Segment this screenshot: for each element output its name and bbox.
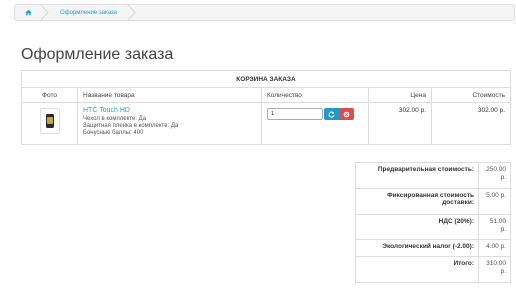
grand-total-label: Итого: [355,256,479,283]
col-photo: Фото [21,87,78,103]
col-price: Цена [368,87,432,103]
refresh-icon [328,111,335,118]
quantity-cell [261,102,369,145]
breadcrumb-separator [40,5,50,20]
breadcrumb-current[interactable]: Оформление заказа [50,5,127,20]
breadcrumb-separator [127,5,137,20]
product-link[interactable]: HTC Touch HD [83,107,256,114]
product-photo-cell [21,102,78,145]
breadcrumb-home[interactable] [15,5,40,20]
shipping-value: 5.00 р. [478,188,511,215]
page-title: Оформление заказа [21,46,174,63]
product-thumbnail[interactable] [39,108,60,134]
table-row: HTC Touch HD Чехол в комплекте: Да Защит… [21,102,511,145]
cart-table: КОРЗИНА ЗАКАЗА Фото Название товара Коли… [21,70,511,145]
update-quantity-button[interactable] [324,108,339,120]
quantity-input[interactable] [267,108,323,120]
totals-table: Предварительная стоимость: 250.00 р. Фик… [355,162,511,283]
totals-row: Итого: 310.00 р. [355,256,511,283]
eco-tax-label: Экологический налог (-2.00): [355,239,479,257]
product-name-cell: HTC Touch HD Чехол в комплекте: Да Защит… [77,102,262,145]
remove-item-button[interactable] [339,108,354,120]
product-option: Бонусные баллы: 400 [83,130,144,137]
totals-row: Фиксированная стоимость доставки: 5.00 р… [355,188,511,215]
subtotal-label: Предварительная стоимость: [355,162,479,189]
col-total: Стоимость [431,87,511,103]
subtotal-value: 250.00 р. [478,162,511,189]
product-option: Защитная пленка в комплекте: Да [83,123,179,130]
vat-value: 51.00 р. [478,214,511,240]
phone-image [45,114,54,128]
eco-tax-value: 4.00 р. [478,239,511,257]
col-quantity: Количество [261,87,369,103]
total-cell: 302.00 р. [431,102,511,145]
home-icon [25,9,32,16]
totals-row: НДС (20%): 51.00 р. [355,214,511,240]
totals-row: Предварительная стоимость: 250.00 р. [355,162,511,189]
vat-label: НДС (20%): [355,214,479,240]
col-name: Название товара [77,87,262,103]
totals-row: Экологический налог (-2.00): 4.00 р. [355,239,511,257]
breadcrumb: Оформление заказа [14,4,515,21]
price-cell: 302.00 р. [368,102,432,145]
cart-header-row: Фото Название товара Количество Цена Сто… [21,87,511,103]
cart-caption: КОРЗИНА ЗАКАЗА [21,70,511,88]
grand-total-value: 310.00 р. [478,256,511,283]
remove-icon [343,111,350,117]
product-option: Чехол в комплекте: Да [83,116,147,122]
shipping-label: Фиксированная стоимость доставки: [355,188,479,215]
